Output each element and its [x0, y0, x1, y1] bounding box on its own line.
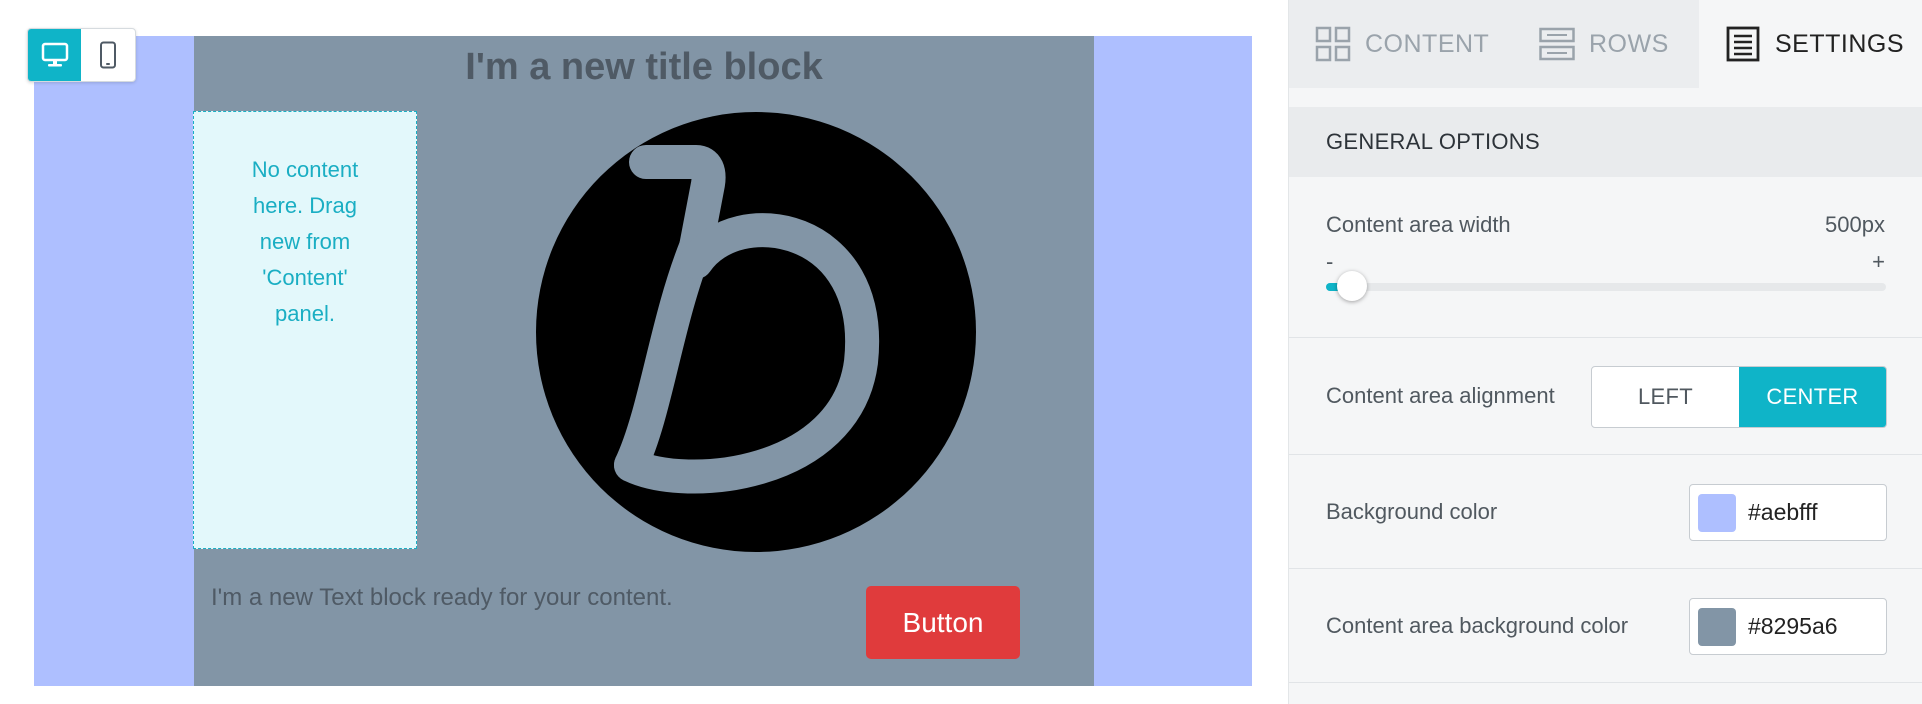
content-background-color-picker[interactable]: #8295a6 — [1689, 598, 1887, 655]
tab-rows[interactable]: ROWS — [1513, 0, 1699, 88]
background-color-swatch — [1698, 493, 1736, 532]
tab-rows-label: ROWS — [1589, 29, 1669, 58]
desktop-icon — [41, 42, 68, 67]
mobile-preview-button[interactable] — [81, 29, 134, 81]
content-width-row: Content area width 500px - + — [1289, 177, 1922, 338]
content-width-slider[interactable] — [1326, 271, 1886, 301]
empty-column-dropzone[interactable]: No content here. Drag new from 'Content'… — [193, 111, 417, 549]
tab-content[interactable]: CONTENT — [1289, 0, 1513, 88]
content-background-color-label: Content area background color — [1326, 613, 1629, 638]
content-background-color-value: #8295a6 — [1748, 613, 1838, 639]
brand-b-logo[interactable] — [536, 112, 976, 552]
align-left-button[interactable]: LEFT — [1592, 367, 1739, 427]
alignment-toggle: LEFT CENTER — [1591, 366, 1887, 428]
background-color-label: Background color — [1326, 499, 1498, 524]
background-color-row: Background color #aebfff — [1289, 455, 1922, 569]
empty-column-message: No content here. Drag new from 'Content'… — [251, 157, 359, 326]
content-width-label: Content area width — [1326, 212, 1511, 237]
content-background-color-swatch — [1698, 607, 1736, 646]
email-button[interactable]: Button — [866, 586, 1020, 659]
width-decrease-label: - — [1326, 249, 1334, 274]
email-title-block[interactable]: I'm a new title block — [194, 46, 1094, 89]
mobile-icon — [99, 41, 116, 69]
background-color-value: #aebfff — [1748, 499, 1818, 525]
content-background-color-row: Content area background color #8295a6 — [1289, 569, 1922, 683]
alignment-label: Content area alignment — [1326, 383, 1555, 408]
device-toggle — [27, 28, 136, 82]
editor-stage: I'm a new title block No content here. D… — [0, 0, 1288, 704]
slider-thumb[interactable] — [1337, 271, 1368, 301]
align-center-button[interactable]: CENTER — [1739, 367, 1886, 427]
alignment-row: Content area alignment LEFT CENTER — [1289, 338, 1922, 455]
width-increase-label: + — [1872, 249, 1885, 274]
tab-content-label: CONTENT — [1365, 29, 1490, 58]
desktop-preview-button[interactable] — [28, 29, 81, 81]
email-text-block[interactable]: I'm a new Text block ready for your cont… — [211, 584, 673, 612]
background-color-picker[interactable]: #aebfff — [1689, 484, 1887, 541]
settings-doc-icon — [1725, 26, 1761, 62]
rows-icon — [1539, 26, 1575, 62]
general-options-header: GENERAL OPTIONS — [1289, 107, 1922, 177]
settings-sidebar: CONTENT ROWS SETTINGS GENERAL OPTIONS Co… — [1288, 0, 1922, 704]
grid-icon — [1315, 26, 1351, 62]
content-width-value: 500px — [1825, 212, 1885, 237]
sidebar-tabs: CONTENT ROWS SETTINGS — [1289, 0, 1922, 88]
tab-settings-label: SETTINGS — [1775, 29, 1905, 58]
tab-settings[interactable]: SETTINGS — [1699, 0, 1921, 88]
